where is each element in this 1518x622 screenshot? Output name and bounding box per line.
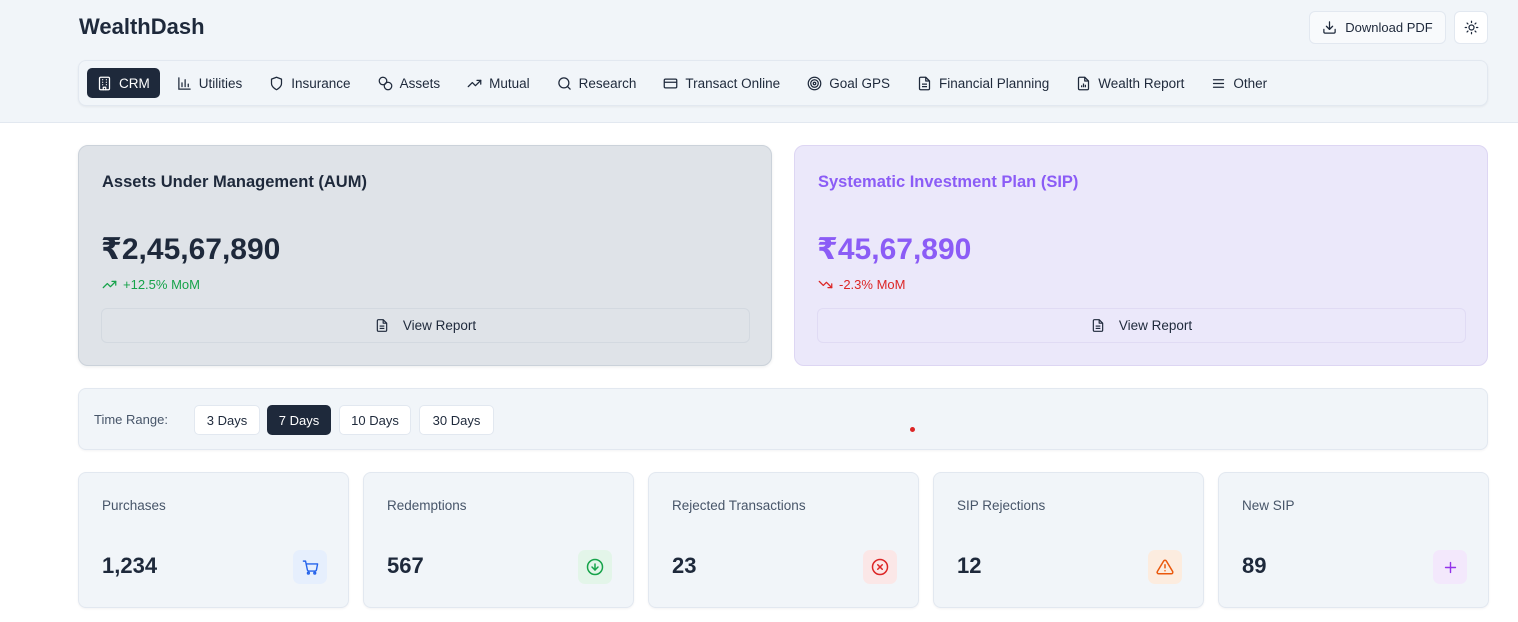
nav-label: CRM — [119, 75, 150, 91]
stat-value: 89 — [1242, 553, 1267, 578]
file-chart-icon — [1078, 76, 1090, 90]
nav-item-transact-online[interactable]: Transact Online — [653, 68, 790, 98]
nav-item-crm[interactable]: CRM — [87, 68, 160, 98]
sip-card: Systematic Investment Plan (SIP) ₹45,67,… — [794, 145, 1488, 366]
nav-item-other[interactable]: Other — [1201, 68, 1277, 98]
app-brand: WealthDash — [79, 14, 205, 39]
cursor-indicator — [910, 427, 915, 432]
stat-card-rejected-transactions: Rejected Transactions 23 — [648, 472, 919, 608]
credit-card-icon — [664, 78, 678, 88]
coins-icon — [378, 76, 392, 90]
trending-down-icon — [818, 280, 833, 289]
target-icon — [807, 76, 822, 90]
aum-card: Assets Under Management (AUM) ₹2,45,67,8… — [78, 145, 772, 366]
stat-label: Rejected Transactions — [672, 498, 806, 513]
stat-card-purchases: Purchases 1,234 — [78, 472, 349, 608]
stat-label: Redemptions — [387, 498, 467, 513]
download-icon — [1323, 21, 1337, 34]
nav-item-goal-gps[interactable]: Goal GPS — [797, 68, 900, 98]
nav-item-wealth-report[interactable]: Wealth Report — [1066, 68, 1194, 98]
search-icon — [557, 76, 571, 90]
nav-label: Mutual — [489, 75, 530, 91]
stat-value: 23 — [672, 553, 697, 578]
stat-label: SIP Rejections — [957, 498, 1046, 513]
stat-card-new-sip: New SIP 89 — [1218, 472, 1489, 608]
sip-value: ₹45,67,890 — [817, 233, 972, 266]
stat-label: Purchases — [102, 498, 166, 513]
nav-item-assets[interactable]: Assets — [368, 68, 451, 98]
download-pdf-button[interactable]: Download PDF — [1309, 11, 1446, 44]
trending-up-icon — [102, 280, 117, 289]
theme-toggle-button[interactable] — [1454, 11, 1488, 44]
nav-item-financial-planning[interactable]: Financial Planning — [907, 68, 1059, 98]
sip-change: -2.3% MoM — [818, 277, 905, 292]
file-text-icon — [376, 319, 388, 332]
nav-item-utilities[interactable]: Utilities — [167, 68, 253, 98]
file-text-icon — [918, 76, 931, 90]
sip-change-text: -2.3% MoM — [839, 277, 906, 292]
view-report-label: View Report — [1118, 318, 1193, 333]
nav-item-research[interactable]: Research — [547, 68, 647, 98]
nav-label: Transact Online — [685, 75, 781, 91]
plus-icon — [1444, 561, 1456, 573]
stat-icon-badge — [578, 550, 612, 584]
file-text-icon — [1092, 319, 1104, 332]
time-range-label: Time Range: — [94, 412, 168, 427]
nav-label: Research — [578, 75, 637, 91]
nav-item-mutual[interactable]: Mutual — [457, 68, 540, 98]
alert-triangle-icon — [1156, 559, 1174, 575]
stat-label: New SIP — [1242, 498, 1295, 513]
stat-card-sip-rejections: SIP Rejections 12 — [933, 472, 1204, 608]
aum-value: ₹2,45,67,890 — [101, 233, 281, 266]
aum-change-text: +12.5% MoM — [123, 277, 200, 292]
building-icon — [98, 76, 111, 90]
nav-label: Assets — [399, 75, 441, 91]
stat-value: 567 — [387, 553, 424, 578]
arrow-down-circle-icon — [586, 558, 604, 576]
nav-label: Insurance — [291, 75, 351, 91]
stat-card-redemptions: Redemptions 567 — [363, 472, 634, 608]
aum-view-report-button[interactable]: View Report — [101, 308, 750, 343]
top-header: WealthDash Download PDF CRM Utilities In… — [0, 0, 1518, 123]
shopping-cart-icon — [302, 559, 318, 575]
nav-label: Other — [1233, 75, 1268, 91]
nav-label: Financial Planning — [938, 75, 1050, 91]
nav-label: Utilities — [198, 75, 243, 91]
main-nav: CRM Utilities Insurance Assets Mutual Re… — [78, 60, 1488, 106]
menu-icon — [1213, 78, 1225, 88]
bar-chart-icon — [178, 76, 191, 90]
nav-label: Wealth Report — [1098, 75, 1185, 91]
range-7-days-button[interactable]: 7 Days — [267, 405, 331, 435]
shield-icon — [271, 76, 283, 90]
stat-icon-badge — [863, 550, 897, 584]
stat-icon-badge — [293, 550, 327, 584]
nav-item-insurance[interactable]: Insurance — [259, 68, 360, 98]
time-range-bar: Time Range: 3 Days 7 Days 10 Days 30 Day… — [78, 388, 1488, 450]
range-10-days-button[interactable]: 10 Days — [339, 405, 411, 435]
stat-value: 1,234 — [102, 553, 158, 578]
stat-icon-badge — [1148, 550, 1182, 584]
aum-change: +12.5% MoM — [102, 277, 200, 292]
download-pdf-label: Download PDF — [1345, 20, 1433, 35]
sun-icon — [1464, 20, 1478, 35]
range-3-days-button[interactable]: 3 Days — [194, 405, 260, 435]
stat-value: 12 — [957, 553, 982, 578]
x-circle-icon — [871, 558, 889, 576]
aum-title: Assets Under Management (AUM) — [102, 173, 367, 191]
trending-up-icon — [467, 79, 482, 87]
stat-icon-badge — [1433, 550, 1467, 584]
sip-title: Systematic Investment Plan (SIP) — [818, 173, 1079, 191]
range-30-days-button[interactable]: 30 Days — [419, 405, 494, 435]
nav-label: Goal GPS — [829, 75, 890, 91]
view-report-label: View Report — [402, 318, 477, 333]
sip-view-report-button[interactable]: View Report — [817, 308, 1466, 343]
